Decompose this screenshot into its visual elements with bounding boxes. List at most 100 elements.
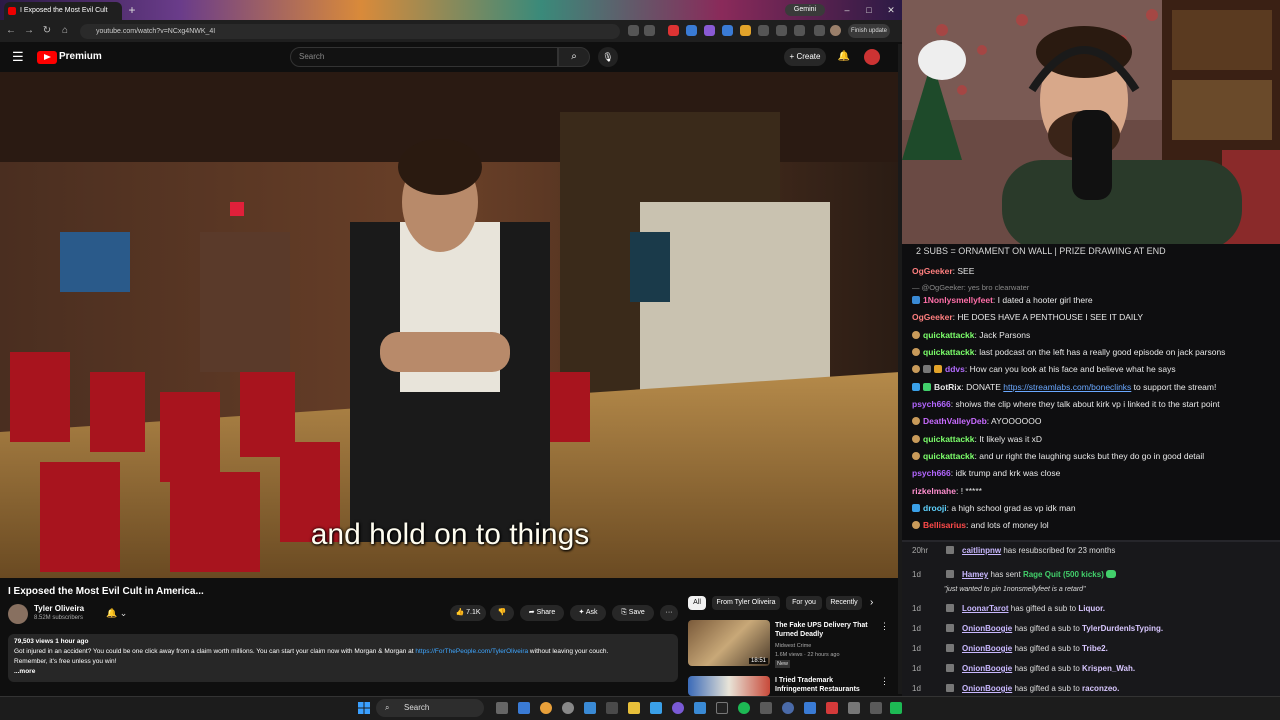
app-icon[interactable]: [782, 702, 794, 714]
event-user[interactable]: OnionBoogie: [962, 684, 1012, 693]
app-icon[interactable]: [672, 702, 684, 714]
app-icon[interactable]: [760, 702, 772, 714]
chat-user[interactable]: psych666: [912, 399, 951, 409]
search-input[interactable]: Search: [290, 47, 558, 67]
app-icon[interactable]: [606, 702, 618, 714]
chat-user[interactable]: quickattackk: [923, 347, 975, 357]
app-icon[interactable]: [562, 702, 574, 714]
split-view-icon[interactable]: [814, 25, 825, 36]
chat-user[interactable]: quickattackk: [923, 434, 975, 444]
app-icon[interactable]: [804, 702, 816, 714]
download-icon[interactable]: [776, 25, 787, 36]
forward-icon[interactable]: →: [22, 24, 36, 38]
app-icon[interactable]: [694, 702, 706, 714]
related-title[interactable]: I Tried Trademark Infringement Restauran…: [775, 676, 875, 694]
save-button[interactable]: ⎘ Save: [612, 605, 654, 621]
chip-from-channel[interactable]: From Tyler Oliveira: [712, 596, 780, 610]
profile-avatar[interactable]: [830, 25, 841, 36]
youtube-premium-label[interactable]: Premium: [59, 50, 102, 64]
install-icon[interactable]: [628, 25, 639, 36]
notifications-bell-icon[interactable]: 🔔: [836, 49, 852, 65]
file-explorer-icon[interactable]: [628, 702, 640, 714]
event-user[interactable]: OnionBoogie: [962, 644, 1012, 653]
app-icon[interactable]: [518, 702, 530, 714]
chat-user[interactable]: quickattackk: [923, 330, 975, 340]
more-vert-icon[interactable]: ⋮: [880, 621, 889, 632]
extension-icon[interactable]: [740, 25, 751, 36]
chat-link[interactable]: https://streamlabs.com/boneclinks: [1003, 382, 1131, 392]
chip-recently[interactable]: Recently: [826, 596, 862, 610]
bookmark-star-icon[interactable]: [644, 25, 655, 36]
chat-user[interactable]: OgGeeker: [912, 266, 953, 276]
browser-tab-youtube[interactable]: I Exposed the Most Evil Cult: [4, 2, 122, 20]
chat-user[interactable]: 1Nonlysmellyfeet: [923, 295, 993, 305]
extension-icon[interactable]: [668, 25, 679, 36]
subscription-bell-icon[interactable]: 🔔 ⌄: [106, 605, 134, 621]
app-icon[interactable]: [650, 702, 662, 714]
channel-avatar[interactable]: [8, 604, 28, 624]
chat-user[interactable]: rizkelmahe: [912, 486, 956, 496]
maximize-button[interactable]: □: [862, 3, 876, 17]
chat-user[interactable]: DeathValleyDeb: [923, 416, 987, 426]
back-icon[interactable]: ←: [4, 24, 18, 38]
app-icon[interactable]: [870, 702, 882, 714]
chevron-right-icon[interactable]: ›: [870, 597, 873, 608]
related-thumbnail[interactable]: 18:51: [688, 620, 770, 666]
url-field[interactable]: youtube.com/watch?v=NCxg4NWK_4I: [80, 24, 620, 39]
microphone-icon[interactable]: 🎙: [598, 47, 618, 67]
extension-icon[interactable]: [722, 25, 733, 36]
ask-button[interactable]: ✦ Ask: [570, 605, 606, 621]
new-tab-button[interactable]: +: [126, 4, 138, 16]
event-user[interactable]: LoonarTarot: [962, 604, 1009, 613]
home-icon[interactable]: ⌂: [58, 24, 72, 38]
sidebar-icon[interactable]: [794, 25, 805, 36]
related-title[interactable]: The Fake UPS Delivery That Turned Deadly: [775, 621, 875, 639]
spotify-icon[interactable]: [738, 702, 750, 714]
youtube-logo-icon[interactable]: [37, 51, 57, 64]
close-window-button[interactable]: ✕: [884, 3, 898, 17]
event-user[interactable]: OnionBoogie: [962, 624, 1012, 633]
related-thumbnail[interactable]: [688, 676, 770, 696]
chat-user[interactable]: OgGeeker: [912, 312, 953, 322]
video-player[interactable]: [0, 72, 900, 578]
chat-user[interactable]: psych666: [912, 468, 951, 478]
app-icon[interactable]: [584, 702, 596, 714]
chip-for-you[interactable]: For you: [786, 596, 822, 610]
chat-user[interactable]: Bellisarius: [923, 520, 966, 530]
event-user[interactable]: Hamey: [962, 570, 988, 579]
finish-update-button[interactable]: Finish update: [848, 24, 890, 38]
gemini-button[interactable]: Gemini: [785, 4, 825, 16]
app-icon[interactable]: [826, 702, 838, 714]
chat-user[interactable]: quickattackk: [923, 451, 975, 461]
search-icon[interactable]: ⌕: [558, 47, 590, 67]
task-view-icon[interactable]: [496, 702, 508, 714]
video-description[interactable]: 79,503 views 1 hour ago Got injured in a…: [8, 634, 678, 682]
windows-start-icon[interactable]: [358, 702, 370, 714]
hamburger-menu-icon[interactable]: ☰: [12, 50, 26, 64]
more-actions-button[interactable]: ···: [660, 605, 678, 621]
app-icon[interactable]: [716, 702, 728, 714]
share-button[interactable]: ➦ Share: [520, 605, 564, 621]
channel-name[interactable]: Tyler Oliveira: [34, 604, 84, 613]
event-user[interactable]: OnionBoogie: [962, 664, 1012, 673]
extension-icon[interactable]: [704, 25, 715, 36]
extensions-puzzle-icon[interactable]: [758, 25, 769, 36]
chip-all[interactable]: All: [688, 596, 706, 610]
reload-icon[interactable]: ↻: [40, 24, 54, 38]
extension-icon[interactable]: [686, 25, 697, 36]
taskbar-search[interactable]: ⌕ Search: [376, 699, 484, 717]
sponsor-link[interactable]: https://ForThePeople.com/TylerOliveira: [415, 648, 528, 655]
minimize-button[interactable]: –: [840, 3, 854, 17]
chrome-icon[interactable]: [540, 702, 552, 714]
create-button[interactable]: + Create: [784, 48, 826, 66]
account-avatar[interactable]: [864, 49, 880, 65]
app-icon[interactable]: [890, 702, 902, 714]
chat-user[interactable]: BotRix: [934, 382, 961, 392]
show-more-link[interactable]: ...more: [14, 667, 672, 677]
like-button[interactable]: 👍 7.1K: [450, 605, 486, 621]
chat-user[interactable]: ddvs: [945, 364, 965, 374]
event-user[interactable]: caitlinpnw: [962, 546, 1001, 555]
app-icon[interactable]: [848, 702, 860, 714]
chat-user[interactable]: drooji: [923, 503, 947, 513]
more-vert-icon[interactable]: ⋮: [880, 676, 889, 687]
